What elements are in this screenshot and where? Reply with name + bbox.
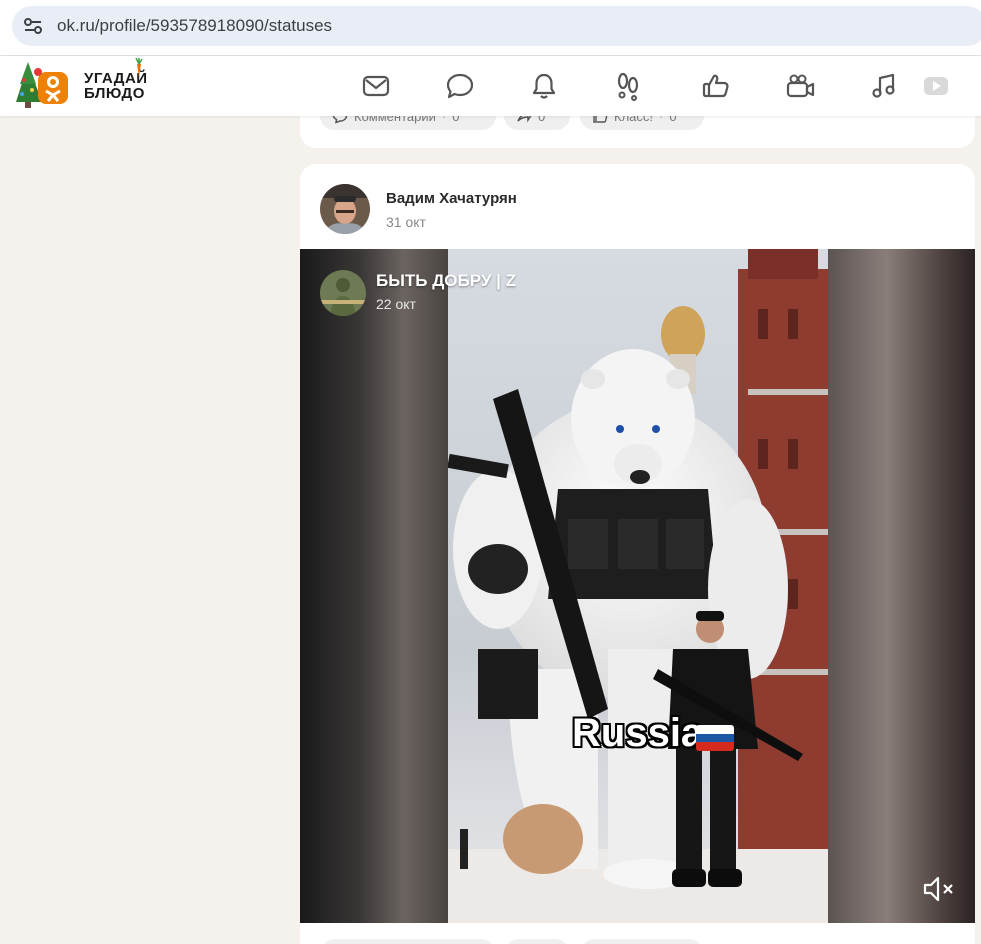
guests-icon [617, 72, 639, 101]
group-name[interactable]: БЫТЬ ДОБРУ | Z [376, 271, 516, 291]
video-frame [448, 249, 828, 923]
christmas-tree-icon [16, 62, 68, 108]
like-button-bottom[interactable] [580, 939, 704, 944]
video-blur-left [300, 249, 448, 923]
chat-icon [446, 73, 474, 99]
url-field[interactable]: ok.ru/profile/593578918090/statuses [12, 6, 981, 46]
author-name[interactable]: Вадим Хачатурян [386, 190, 517, 207]
video-player[interactable]: БЫТЬ ДОБРУ | Z 22 окт Russia [300, 249, 975, 923]
author-photo [320, 184, 370, 234]
reshare-date: 22 окт [376, 296, 416, 312]
url-text: ok.ru/profile/593578918090/statuses [57, 16, 333, 35]
site-header: УГАДАЙ БЛЮДО [0, 56, 981, 116]
nav-events[interactable] [691, 56, 741, 116]
mute-icon[interactable] [922, 874, 956, 904]
nav-messages[interactable] [351, 56, 401, 116]
carrot-icon [135, 58, 143, 77]
bell-icon [532, 73, 556, 99]
video-caption: Russia [572, 711, 704, 755]
video-blur-right [828, 249, 975, 923]
nav-video[interactable] [911, 56, 961, 116]
site-settings-icon[interactable] [22, 15, 44, 37]
nav-guests[interactable] [603, 56, 653, 116]
group-avatar[interactable] [320, 270, 366, 316]
group-avatar-image [320, 270, 366, 316]
video-play-icon [924, 77, 948, 95]
nav-music[interactable] [859, 56, 909, 116]
logo-line-2: БЛЮДО [84, 85, 145, 102]
video-camera-icon [786, 74, 815, 98]
russia-flag-icon [696, 725, 734, 751]
music-icon [872, 73, 895, 98]
author-avatar[interactable] [320, 184, 370, 234]
nav-notifications[interactable] [519, 56, 569, 116]
share-button-bottom[interactable] [504, 939, 570, 944]
nav-video-calls[interactable] [775, 56, 825, 116]
site-logo[interactable]: УГАДАЙ БЛЮДО [12, 58, 152, 112]
post-date[interactable]: 31 окт [386, 214, 426, 230]
like-icon [702, 74, 729, 98]
post-card: Вадим Хачатурян 31 окт БЫТЬ ДОБРУ | Z 22… [300, 164, 975, 944]
nav-discussions[interactable] [435, 56, 485, 116]
mail-icon [362, 75, 390, 97]
comments-button-bottom[interactable] [320, 939, 496, 944]
browser-address-bar: ok.ru/profile/593578918090/statuses [0, 0, 981, 56]
